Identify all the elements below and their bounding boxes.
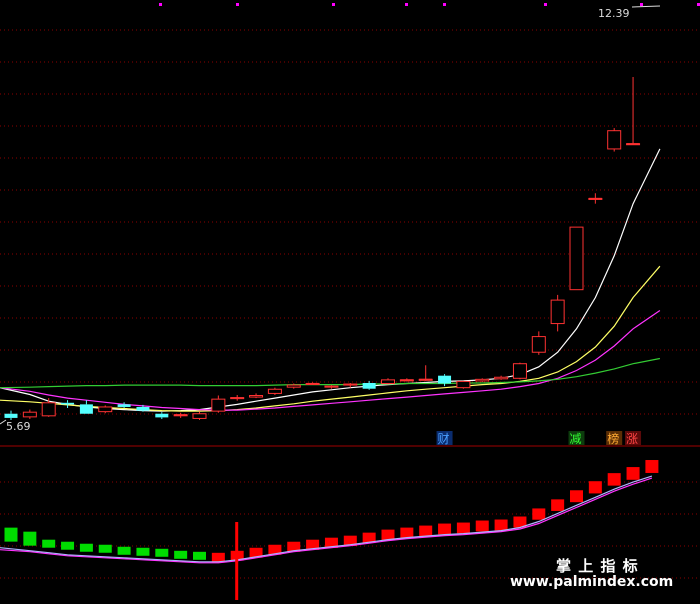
- candle-body: [438, 375, 452, 384]
- candle-body: [550, 299, 565, 325]
- candle-body: [343, 383, 358, 386]
- candle-body: [607, 130, 622, 150]
- indicator-bar: [23, 531, 37, 546]
- indicator-bar: [136, 547, 150, 556]
- indicator-bar: [174, 550, 188, 559]
- top-marker-dot: [640, 3, 643, 6]
- candle-body: [230, 397, 245, 400]
- low-price-label: 5.69: [6, 420, 31, 433]
- candle-body: [512, 363, 527, 379]
- low-price-marker: 5.69: [0, 419, 31, 433]
- candle-body: [192, 413, 207, 419]
- moving-average-line: [0, 265, 661, 412]
- high-price-marker: 12.39: [598, 5, 661, 20]
- indicator-spike: [235, 522, 239, 600]
- indicator-bar: [551, 499, 565, 511]
- indicator-bar: [193, 551, 206, 560]
- candle-body: [136, 406, 150, 411]
- candle-body: [324, 385, 339, 388]
- indicator-bar: [570, 490, 583, 503]
- candle-body: [362, 382, 376, 389]
- watermark-url: www.palmindex.com: [510, 574, 673, 590]
- indicator-bar: [79, 543, 93, 552]
- indicator-bar: [607, 473, 621, 486]
- candle-body: [61, 402, 75, 405]
- high-price-label: 12.39: [598, 7, 630, 20]
- indicator-bar: [456, 522, 470, 534]
- watermark: 掌 上 指 标 www.palmindex.com: [510, 557, 673, 590]
- signal-tag-label: 榜: [607, 431, 619, 446]
- indicator-bar: [645, 460, 659, 473]
- candle-body: [98, 406, 113, 413]
- indicator-line-white: [0, 475, 653, 563]
- candle-body: [117, 404, 131, 407]
- high-price-pointer: [631, 5, 661, 8]
- indicator-bar: [626, 467, 640, 480]
- top-marker-dots: [159, 3, 700, 6]
- candle-body: [569, 226, 584, 291]
- top-marker-dot: [443, 3, 446, 6]
- candle-body: [4, 413, 18, 418]
- candle-body: [211, 398, 226, 412]
- grid-lines: [0, 29, 700, 579]
- signal-tag-label: 财: [438, 432, 450, 446]
- signal-tags: 财 减 榜涨: [436, 431, 642, 446]
- indicator-bar: [475, 520, 489, 532]
- top-marker-dot: [159, 3, 162, 6]
- indicator-bar: [438, 523, 452, 535]
- moving-average-lines: [0, 148, 661, 412]
- indicator-bar: [117, 546, 131, 555]
- candle-body: [381, 379, 395, 385]
- indicator-bar: [155, 548, 169, 557]
- candle-body: [79, 404, 93, 414]
- moving-average-line: [0, 357, 661, 389]
- moving-average-line: [0, 148, 661, 412]
- top-marker-dot: [236, 3, 239, 6]
- signal-tag-label: 减: [570, 432, 582, 446]
- stock-chart: 财 减 榜涨 12.39 5.69 掌 上 指 标 www.palmindex.co…: [0, 3, 700, 600]
- moving-average-line: [0, 310, 661, 411]
- candle-body: [494, 376, 509, 380]
- candle-body: [531, 336, 546, 353]
- indicator-line-magenta: [0, 477, 653, 564]
- candle-body: [286, 384, 301, 388]
- candlestick-series: [4, 77, 641, 420]
- candle-body: [22, 411, 37, 418]
- signal-tag-label: 涨: [626, 431, 638, 446]
- top-marker-dot: [332, 3, 335, 6]
- candle-body: [249, 395, 264, 398]
- indicator-bar: [588, 481, 602, 494]
- indicator-bar: [532, 508, 546, 520]
- top-marker-dot: [405, 3, 408, 6]
- indicator-bar: [419, 525, 433, 537]
- candle-body: [475, 378, 490, 382]
- indicator-bar: [61, 541, 75, 550]
- candle-body: [155, 413, 169, 418]
- candle-body: [41, 402, 56, 417]
- watermark-title: 掌 上 指 标: [556, 557, 639, 575]
- indicator-bar: [494, 519, 508, 531]
- indicator-bar: [4, 527, 18, 542]
- indicator-bar: [98, 544, 112, 553]
- candle-body: [456, 380, 471, 389]
- candle-body: [267, 388, 282, 394]
- indicator-bar: [42, 539, 56, 548]
- top-marker-dot: [544, 3, 547, 6]
- indicator-bar: [400, 527, 414, 539]
